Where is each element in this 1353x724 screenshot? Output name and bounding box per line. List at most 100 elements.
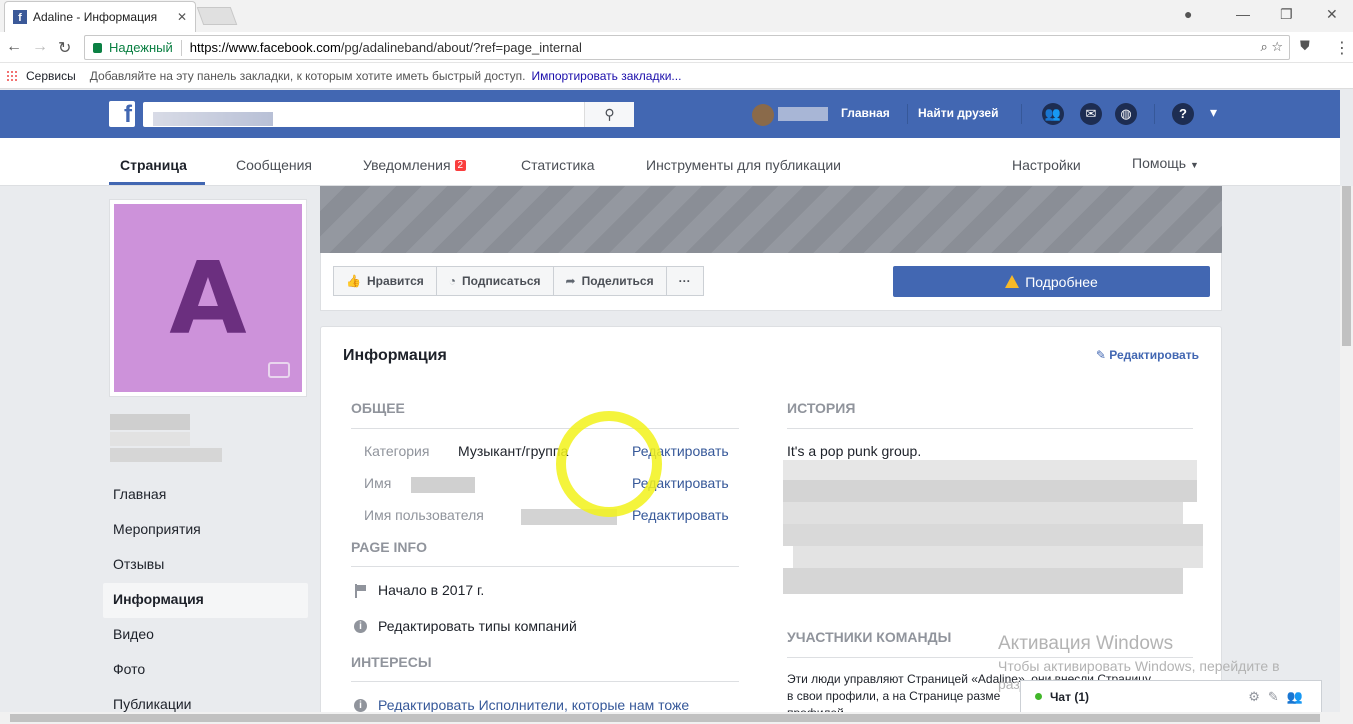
rss-icon: ◔: [448, 274, 457, 288]
url-input[interactable]: Надежный https://www.facebook.com/pg/ada…: [84, 35, 1290, 60]
profile-icon[interactable]: ●: [1184, 6, 1192, 22]
edit-about-link[interactable]: ✎ Редактировать: [1096, 348, 1199, 362]
sidebar-item-about[interactable]: Информация: [103, 583, 308, 618]
sidebar-item-photos[interactable]: Фото: [103, 653, 308, 688]
flag-icon: [355, 584, 367, 598]
messenger-icon[interactable]: ✉: [1080, 103, 1102, 125]
find-friends-link[interactable]: Найти друзей: [918, 106, 998, 120]
profile-picture[interactable]: A: [109, 199, 307, 397]
tab-statistics[interactable]: Статистика: [521, 157, 595, 173]
pencil-icon: ✎: [1095, 348, 1106, 362]
cursor-highlight-ring: [556, 411, 662, 517]
blurred-search-text: [153, 112, 273, 126]
page-sidebar-nav: Главная Мероприятия Отзывы Информация Ви…: [103, 478, 308, 723]
learn-more-button[interactable]: Подробнее: [893, 266, 1210, 297]
facebook-header: f ⚲ Главная Найти друзей 👥 ✉ ◍ ? ▾: [0, 90, 1340, 138]
forward-icon[interactable]: →: [32, 38, 48, 56]
blurred-page-name: [110, 414, 190, 430]
info-icon: i: [354, 620, 367, 633]
blurred-page-handle: [110, 448, 222, 462]
url-host: https://www.facebook.com: [189, 40, 341, 55]
secure-label: Надежный: [109, 40, 173, 55]
like-button[interactable]: 👍 Нравится: [333, 266, 437, 296]
edit-business-types-link[interactable]: Редактировать типы компаний: [378, 618, 577, 634]
chat-bar[interactable]: Чат (1) ⚙✎👥: [1020, 680, 1322, 712]
interests-header: ИНТЕРЕСЫ: [351, 654, 432, 670]
browser-tab[interactable]: f Adaline - Информация ✕: [4, 1, 196, 32]
vertical-scroll-thumb[interactable]: [1342, 186, 1351, 346]
cover-photo[interactable]: [320, 186, 1222, 253]
online-status-icon: [1035, 693, 1042, 700]
blurred-name-value: [411, 477, 475, 493]
info-icon: i: [354, 699, 367, 712]
extension-shield-icon[interactable]: ⛊: [1300, 38, 1310, 54]
notifications-globe-icon[interactable]: ◍: [1115, 103, 1137, 125]
tab-close-icon[interactable]: ✕: [177, 10, 187, 24]
facebook-favicon-icon: f: [13, 10, 27, 24]
home-link[interactable]: Главная: [841, 106, 890, 120]
camera-icon[interactable]: [268, 362, 290, 378]
tab-page[interactable]: Страница: [120, 157, 187, 173]
chat-label: Чат (1): [1050, 689, 1089, 704]
address-bar: ← → ↻ Надежный https://www.facebook.com/…: [0, 32, 1353, 63]
tab-notifications[interactable]: Уведомления 2: [363, 157, 467, 173]
profile-letter: A: [169, 239, 247, 357]
browser-menu-icon[interactable]: ⋮: [1334, 38, 1350, 58]
help-dropdown-icon: ▼: [1189, 160, 1199, 170]
history-header: ИСТОРИЯ: [787, 400, 856, 416]
horizontal-scroll-thumb[interactable]: [10, 714, 1320, 722]
bookmarks-bar: Сервисы Добавляйте на эту панель закладк…: [0, 63, 1353, 89]
sidebar-item-events[interactable]: Мероприятия: [103, 513, 308, 548]
facebook-logo-icon[interactable]: f: [109, 101, 135, 127]
apps-grid-icon[interactable]: [6, 69, 18, 82]
search-input[interactable]: ⚲: [143, 102, 634, 127]
about-title: Информация: [343, 347, 447, 364]
lock-icon: [93, 42, 102, 53]
notification-badge: 2: [454, 160, 467, 171]
chat-settings-icons[interactable]: ⚙✎👥: [1248, 689, 1311, 705]
account-menu-chevron-icon[interactable]: ▾: [1210, 104, 1217, 121]
sidebar-item-reviews[interactable]: Отзывы: [103, 548, 308, 583]
edit-username-link[interactable]: Редактировать: [632, 507, 729, 523]
friend-requests-icon[interactable]: 👥: [1042, 103, 1064, 125]
import-bookmarks-link[interactable]: Импортировать закладки...: [532, 69, 682, 83]
sidebar-item-videos[interactable]: Видео: [103, 618, 308, 653]
category-label: Категория: [364, 443, 430, 459]
name-label: Имя: [364, 475, 392, 491]
follow-button[interactable]: ◔ Подписаться: [435, 266, 554, 296]
bookmarks-apps[interactable]: Сервисы: [26, 69, 76, 83]
page-admin-nav: Страница Сообщения Уведомления 2 Статисти…: [0, 138, 1340, 186]
edit-artists-link[interactable]: Редактировать Исполнители, которые нам т…: [378, 697, 689, 713]
user-avatar[interactable]: [752, 104, 774, 126]
zoom-star-icons[interactable]: ⌕ ☆: [1260, 39, 1283, 55]
share-button[interactable]: ➦ Поделиться: [552, 266, 667, 296]
tab-help[interactable]: Помощь ▼: [1132, 155, 1199, 171]
url-path: /pg/adalineband/about/?ref=page_internal: [340, 40, 582, 55]
reload-icon[interactable]: ↻: [58, 38, 71, 58]
back-icon[interactable]: ←: [6, 38, 22, 56]
category-value: Музыкант/группа: [458, 443, 569, 459]
thumbs-up-icon: 👍: [346, 274, 361, 288]
restore-icon[interactable]: ❐: [1280, 6, 1293, 23]
windows-activation-title: Активация Windows: [998, 633, 1174, 654]
help-icon[interactable]: ?: [1172, 103, 1194, 125]
browser-tabbar: f Adaline - Информация ✕ ● — ❐ ✕: [0, 0, 1353, 32]
search-icon[interactable]: ⚲: [584, 102, 634, 127]
blurred-user-name[interactable]: [778, 107, 828, 121]
page-action-bar: 👍 Нравится ◔ Подписаться ➦ Поделиться ··· П…: [320, 253, 1222, 311]
tab-settings[interactable]: Настройки: [1012, 157, 1081, 173]
tab-messages[interactable]: Сообщения: [236, 157, 312, 173]
team-members-header: УЧАСТНИКИ КОМАНДЫ: [787, 629, 952, 645]
more-button[interactable]: ···: [665, 266, 704, 296]
history-text: It's a pop punk group.: [787, 443, 922, 459]
minimize-icon[interactable]: —: [1236, 6, 1250, 22]
new-tab-button[interactable]: [196, 7, 238, 25]
tab-publishing-tools[interactable]: Инструменты для публикации: [646, 157, 841, 173]
warning-icon: [1005, 275, 1020, 288]
page-info-header: PAGE INFO: [351, 539, 427, 555]
sidebar-item-home[interactable]: Главная: [103, 478, 308, 513]
share-arrow-icon: ➦: [565, 274, 576, 288]
started-year: Начало в 2017 г.: [378, 582, 485, 598]
window-close-icon[interactable]: ✕: [1326, 6, 1338, 23]
bookmarks-hint: Добавляйте на эту панель закладки, к кот…: [89, 68, 526, 83]
